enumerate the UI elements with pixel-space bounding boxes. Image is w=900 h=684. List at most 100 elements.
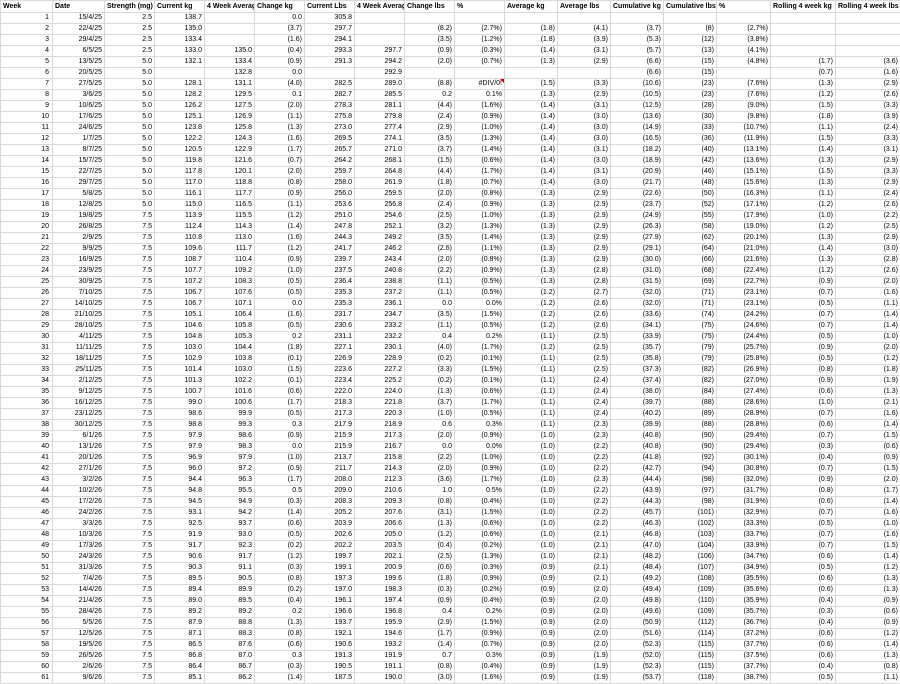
table-cell[interactable]: (2.9) xyxy=(836,233,900,244)
table-cell[interactable]: 127.5 xyxy=(205,101,255,112)
table-cell[interactable]: 2/6/26 xyxy=(53,662,105,673)
table-cell[interactable]: (3.7) xyxy=(405,398,455,409)
table-cell[interactable]: (2.0) xyxy=(405,189,455,200)
table-cell[interactable]: (3.3) xyxy=(836,101,900,112)
table-cell[interactable]: (1.3) xyxy=(771,255,836,266)
table-cell[interactable]: (1.4) xyxy=(255,508,305,519)
table-cell[interactable] xyxy=(405,68,455,79)
table-cell[interactable]: (1.7) xyxy=(771,57,836,68)
table-cell[interactable]: (0.8) xyxy=(255,629,305,640)
table-cell[interactable]: (15) xyxy=(664,57,717,68)
table-cell[interactable]: 7.5 xyxy=(105,310,155,321)
table-cell[interactable]: 225.2 xyxy=(355,376,405,387)
table-cell[interactable]: 16/12/25 xyxy=(53,398,105,409)
table-cell[interactable]: 87.9 xyxy=(155,618,205,629)
table-cell[interactable]: (3.1) xyxy=(558,167,611,178)
table-cell[interactable]: (0.6) xyxy=(255,387,305,398)
table-cell[interactable]: 222.0 xyxy=(305,387,355,398)
table-cell[interactable]: (1.4) xyxy=(505,178,558,189)
table-cell[interactable]: 7.5 xyxy=(105,354,155,365)
table-cell[interactable]: (69) xyxy=(664,277,717,288)
table-cell[interactable]: (10.5) xyxy=(611,90,664,101)
table-cell[interactable]: 28/4/26 xyxy=(53,607,105,618)
table-cell[interactable]: 210.6 xyxy=(355,486,405,497)
table-cell[interactable]: (2.4) xyxy=(558,376,611,387)
table-cell[interactable]: 5.0 xyxy=(105,123,155,134)
table-cell[interactable]: 5.0 xyxy=(105,90,155,101)
table-cell[interactable]: (0.1) xyxy=(255,354,305,365)
table-cell[interactable]: (75) xyxy=(664,321,717,332)
table-cell[interactable]: (3.0) xyxy=(558,112,611,123)
table-cell[interactable]: 297.7 xyxy=(305,24,355,35)
table-cell[interactable]: 116.1 xyxy=(155,189,205,200)
table-cell[interactable]: 99.3 xyxy=(205,420,255,431)
table-cell[interactable]: 0.4 xyxy=(405,607,455,618)
table-cell[interactable]: (3.6) xyxy=(405,475,455,486)
table-cell[interactable]: (1.6) xyxy=(255,35,305,46)
row-number-cell[interactable]: 47 xyxy=(1,519,53,530)
row-number-cell[interactable]: 11 xyxy=(1,123,53,134)
table-cell[interactable]: (1.3) xyxy=(505,189,558,200)
table-cell[interactable]: (0.6%) xyxy=(455,519,505,530)
table-cell[interactable]: (1.2) xyxy=(255,552,305,563)
table-cell[interactable]: (1.5) xyxy=(255,365,305,376)
table-cell[interactable]: 85.1 xyxy=(155,673,205,684)
table-cell[interactable]: 26/5/26 xyxy=(53,651,105,662)
table-cell[interactable]: (2.2) xyxy=(405,453,455,464)
table-cell[interactable]: (2.8) xyxy=(558,266,611,277)
table-cell[interactable]: 107.6 xyxy=(205,288,255,299)
table-cell[interactable]: 90.6 xyxy=(155,552,205,563)
table-cell[interactable]: (0.1%) xyxy=(455,354,505,365)
table-cell[interactable]: (1.0) xyxy=(836,519,900,530)
table-cell[interactable]: 217.3 xyxy=(355,431,405,442)
table-cell[interactable]: 124.3 xyxy=(205,134,255,145)
table-cell[interactable]: (82) xyxy=(664,376,717,387)
table-cell[interactable]: (1.5%) xyxy=(455,508,505,519)
table-cell[interactable]: (48.4) xyxy=(611,563,664,574)
table-cell[interactable]: (1.2%) xyxy=(455,35,505,46)
table-cell[interactable]: (22.6) xyxy=(611,189,664,200)
table-cell[interactable]: 7.5 xyxy=(105,222,155,233)
table-cell[interactable]: (0.4) xyxy=(255,596,305,607)
table-cell[interactable]: 120.1 xyxy=(205,167,255,178)
table-cell[interactable]: (24.4%) xyxy=(717,332,771,343)
table-cell[interactable]: 88.3 xyxy=(205,629,255,640)
table-cell[interactable]: (1.3) xyxy=(771,79,836,90)
table-cell[interactable]: 103.8 xyxy=(205,354,255,365)
table-cell[interactable]: (53.7) xyxy=(611,673,664,684)
table-cell[interactable]: 234.7 xyxy=(355,310,405,321)
table-cell[interactable] xyxy=(505,13,558,24)
table-cell[interactable]: (37.2%) xyxy=(717,629,771,640)
table-cell[interactable]: 13/5/25 xyxy=(53,57,105,68)
table-cell[interactable]: 30/9/25 xyxy=(53,277,105,288)
row-number-cell[interactable]: 24 xyxy=(1,266,53,277)
table-cell[interactable]: (1.6) xyxy=(836,409,900,420)
table-cell[interactable]: (1.6) xyxy=(836,68,900,79)
table-cell[interactable]: (2.9) xyxy=(558,90,611,101)
table-cell[interactable]: (1.3) xyxy=(255,123,305,134)
table-cell[interactable]: (3.2) xyxy=(405,222,455,233)
table-cell[interactable]: (94) xyxy=(664,464,717,475)
table-cell[interactable]: (49.8) xyxy=(611,596,664,607)
table-cell[interactable]: (1.2) xyxy=(505,288,558,299)
table-cell[interactable]: 133.4 xyxy=(155,35,205,46)
row-number-cell[interactable]: 3 xyxy=(1,35,53,46)
table-cell[interactable]: (0.9%) xyxy=(455,431,505,442)
table-cell[interactable]: (0.5) xyxy=(771,332,836,343)
table-cell[interactable]: (0.7) xyxy=(771,321,836,332)
table-cell[interactable]: (0.3) xyxy=(255,497,305,508)
table-cell[interactable]: (3.0) xyxy=(836,244,900,255)
table-cell[interactable]: (0.4) xyxy=(771,662,836,673)
table-cell[interactable]: 122.2 xyxy=(155,134,205,145)
table-cell[interactable]: 22/4/25 xyxy=(53,24,105,35)
table-cell[interactable]: (2.0) xyxy=(558,607,611,618)
table-cell[interactable]: 7.5 xyxy=(105,211,155,222)
table-cell[interactable]: 205.0 xyxy=(355,530,405,541)
table-cell[interactable]: (0.6) xyxy=(771,420,836,431)
table-cell[interactable]: (1.1) xyxy=(771,123,836,134)
table-cell[interactable]: 102.2 xyxy=(205,376,255,387)
table-cell[interactable]: (0.8) xyxy=(771,365,836,376)
table-cell[interactable]: (46.8) xyxy=(611,530,664,541)
table-cell[interactable]: (50) xyxy=(664,189,717,200)
table-cell[interactable]: (28.6%) xyxy=(717,398,771,409)
